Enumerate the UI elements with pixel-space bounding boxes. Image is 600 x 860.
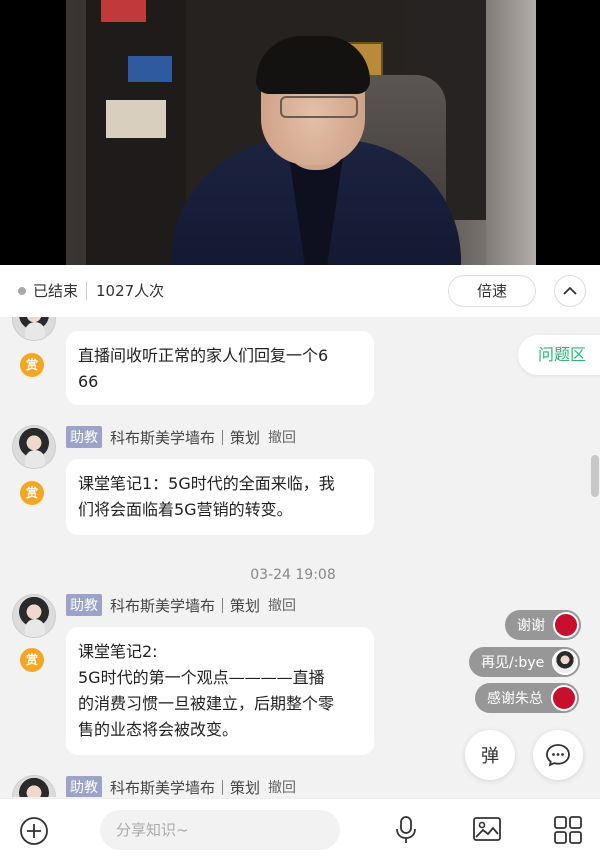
avatar[interactable] — [12, 317, 56, 341]
video-frame — [66, 0, 536, 265]
share-knowledge-input[interactable]: 分享知识~ — [100, 810, 340, 850]
message-bubble: 课堂笔记1：5G时代的全面来临，我 们将会面临着5G营销的转变。 — [66, 459, 374, 535]
chat-bubble-icon — [546, 744, 570, 767]
reaction-bubble: 谢谢 — [505, 610, 581, 640]
voice-button[interactable] — [394, 815, 418, 849]
book — [101, 0, 146, 22]
chevron-up-icon — [563, 286, 577, 295]
reaction-text: 谢谢 — [517, 618, 545, 634]
avatar[interactable] — [12, 594, 56, 638]
reward-button[interactable]: 赏 — [20, 353, 44, 377]
revoke-link[interactable]: 撤回 — [268, 777, 296, 797]
microphone-icon — [396, 816, 416, 843]
role-tag: 助教 — [66, 594, 102, 616]
more-apps-button[interactable] — [553, 815, 583, 849]
reward-button[interactable]: 赏 — [20, 481, 44, 505]
avatar[interactable] — [12, 425, 56, 469]
plus-button[interactable] — [19, 816, 49, 850]
status-dot-icon — [18, 287, 26, 295]
bottom-toolbar: 分享知识~ — [0, 798, 600, 860]
reaction-text: 感谢朱总 — [487, 691, 543, 707]
video-player[interactable] — [0, 0, 600, 265]
reaction-bubble: 感谢朱总 — [475, 683, 579, 713]
wall — [486, 0, 536, 265]
live-status-bar: 已结束 1027人次 倍速 — [0, 265, 600, 317]
chat-list[interactable]: 赏 直播间收听正常的家人们回复一个6 66 问题区 助教 科布斯美学墙布｜策划 … — [0, 317, 600, 797]
role-tag: 助教 — [66, 426, 102, 448]
revoke-link[interactable]: 撤回 — [268, 595, 296, 615]
message-bubble: 课堂笔记2: 5G时代的第一个观点————直播 的消费习惯一旦被建立，后期整个零… — [66, 627, 374, 755]
scrollbar[interactable] — [591, 455, 599, 497]
chat-bubble-button[interactable] — [533, 730, 583, 780]
plus-icon — [20, 817, 48, 845]
grid-icon — [554, 816, 582, 844]
divider — [86, 282, 87, 300]
danmu-toggle-button[interactable]: 弹 — [465, 730, 515, 780]
image-button[interactable] — [472, 815, 502, 847]
reaction-bubble: 再见/:bye — [469, 647, 581, 677]
message-meta: 助教 科布斯美学墙布｜策划 撤回 — [66, 594, 296, 616]
reaction-avatar — [552, 649, 579, 675]
timestamp-divider: 03-24 19:08 — [250, 567, 336, 583]
message-meta: 助教 科布斯美学墙布｜策划 撤回 — [66, 776, 296, 797]
reaction-avatar — [551, 685, 577, 711]
reaction-text: 再见/:bye — [481, 655, 545, 671]
viewer-count: 1027人次 — [96, 282, 165, 300]
reward-button[interactable]: 赏 — [20, 648, 44, 672]
playback-speed-button[interactable]: 倍速 — [448, 275, 536, 307]
image-icon — [473, 817, 501, 841]
presenter-glasses — [280, 96, 358, 118]
question-area-tab[interactable]: 问题区 — [518, 335, 600, 375]
collapse-button[interactable] — [554, 275, 586, 307]
revoke-link[interactable]: 撤回 — [268, 427, 296, 447]
book — [106, 100, 166, 138]
message-bubble: 直播间收听正常的家人们回复一个6 66 — [66, 331, 374, 405]
live-status: 已结束 — [33, 282, 79, 300]
role-tag: 助教 — [66, 776, 102, 797]
avatar[interactable] — [12, 775, 56, 797]
sender-name: 科布斯美学墙布｜策划 — [110, 428, 261, 447]
danmu-label: 弹 — [481, 746, 499, 767]
reaction-avatar — [553, 612, 579, 638]
sender-name: 科布斯美学墙布｜策划 — [110, 596, 261, 615]
book — [128, 56, 172, 82]
sender-name: 科布斯美学墙布｜策划 — [110, 778, 261, 797]
message-meta: 助教 科布斯美学墙布｜策划 撤回 — [66, 426, 296, 448]
